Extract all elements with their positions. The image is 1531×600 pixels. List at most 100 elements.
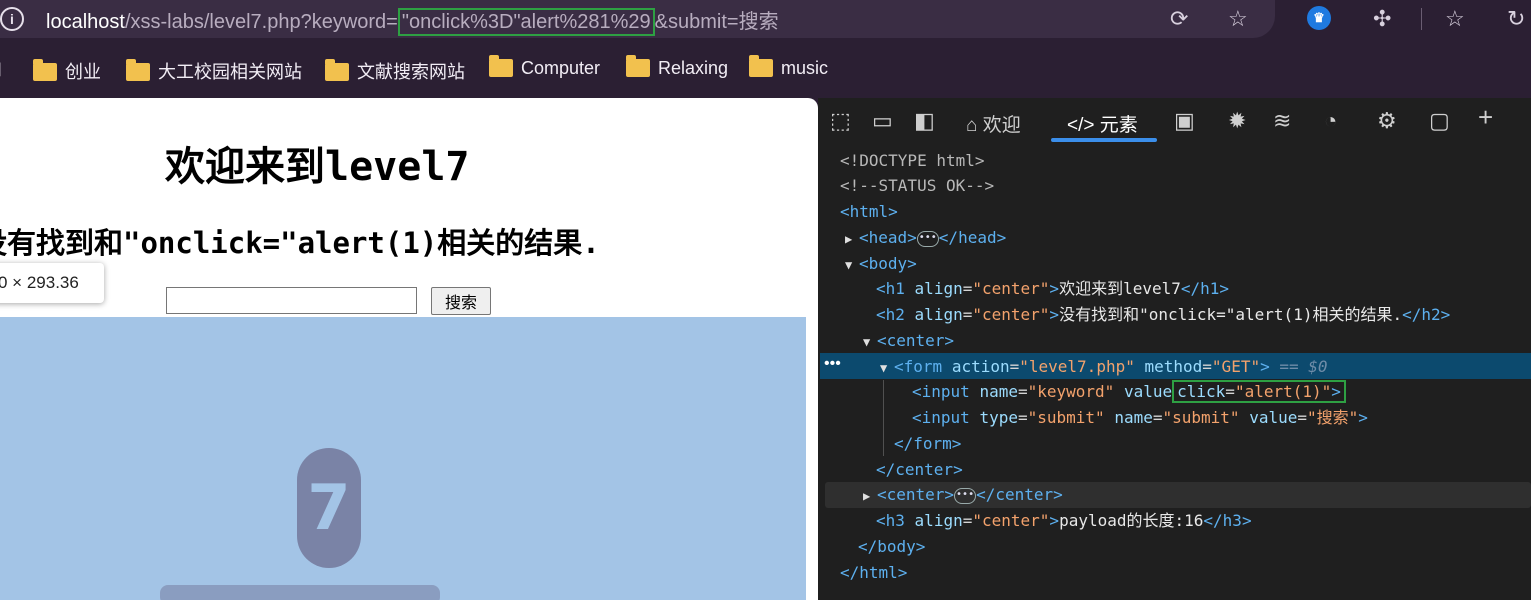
dom-node-form-close[interactable]: </form> — [894, 431, 961, 456]
page-heading: 欢迎来到level7 — [165, 144, 470, 190]
attr-name: value — [1123, 382, 1173, 401]
network-wifi-icon[interactable]: ≋ — [1273, 108, 1291, 134]
attr-value: "alert(1)" — [1234, 382, 1332, 401]
bookmark-folder[interactable]: 文献搜索网站 — [325, 58, 465, 84]
bookmark-label: Relaxing — [658, 58, 729, 78]
bookmark-label: 大工校园相关网站 — [158, 62, 302, 82]
folder-icon — [626, 55, 650, 77]
url-highlighted-payload: "onclick%3D"alert%281%29 — [397, 8, 655, 36]
tag-text: > — [1049, 279, 1060, 298]
doctype-text: <!DOCTYPE html> — [840, 151, 985, 170]
attr-name: click — [1177, 382, 1226, 401]
history-icon[interactable]: ↻ — [1507, 6, 1525, 32]
comment-text: <!--STATUS OK--> — [840, 176, 995, 195]
bookmark-label: 创业 — [65, 62, 101, 82]
tag-text: <input — [912, 408, 970, 427]
home-icon: ⌂ — [966, 115, 978, 136]
tag-text: </h1> — [1180, 279, 1230, 298]
bookmark-folder[interactable]: 创业 — [33, 58, 101, 84]
application-window-icon[interactable]: ▢ — [1429, 108, 1450, 134]
favorites-list-icon[interactable]: ☆ — [1445, 6, 1465, 32]
memory-chip-icon[interactable]: ⚙ — [1377, 108, 1397, 134]
debugger-bug-icon[interactable]: ✹ — [1228, 108, 1246, 134]
dom-node-doctype[interactable]: <!DOCTYPE html> — [840, 148, 985, 173]
bookmark-folder[interactable]: 大工校园相关网站 — [126, 58, 302, 84]
page-viewport: 欢迎来到level7 没有找到和"onclick="alert(1)相关的结果.… — [0, 98, 818, 600]
dom-node-input-keyword[interactable]: <input name="keyword" value click="alert(… — [912, 379, 1346, 404]
more-tools-plus-icon[interactable]: + — [1478, 102, 1493, 133]
attr-value: "submit" — [1027, 408, 1105, 427]
code-icon: </> — [1067, 115, 1095, 136]
tag-text: > — [1358, 408, 1368, 427]
dom-node-h2[interactable]: <h2 align="center">没有找到和"onclick="alert(… — [876, 302, 1450, 327]
dom-node-head[interactable]: ▶ <head> ••• </head> — [845, 225, 1006, 250]
url-host: localhost — [46, 11, 125, 33]
attr-name: method — [1144, 357, 1203, 376]
favorite-star-icon[interactable]: ☆ — [1228, 6, 1248, 32]
dom-node-input-submit[interactable]: <input type="submit" name="submit" value… — [912, 405, 1368, 430]
injected-attribute-highlight: click="alert(1)"> — [1172, 380, 1346, 403]
address-bar[interactable]: i localhost/xss-labs/level7.php?keyword=… — [0, 0, 1275, 38]
dom-node-comment[interactable]: <!--STATUS OK--> — [840, 173, 994, 198]
attr-value: "搜索" — [1307, 408, 1359, 427]
tag-text: <center> — [877, 331, 955, 350]
node-actions-icon[interactable]: ••• — [824, 353, 841, 375]
performance-gauge-icon[interactable]: ◔ — [1324, 108, 1337, 134]
console-icon[interactable]: ▣ — [1174, 108, 1195, 134]
folder-icon — [33, 59, 57, 81]
bookmark-partial[interactable]: ▯ — [0, 58, 2, 79]
inspect-element-icon[interactable]: ⬚ — [830, 108, 851, 134]
tag-text: <body> — [859, 254, 917, 273]
dom-node-html[interactable]: <html> — [840, 199, 898, 224]
folder-icon — [489, 55, 513, 77]
node-text: payload的长度:16 — [1059, 511, 1204, 530]
folder-icon — [749, 55, 773, 77]
device-emulation-icon[interactable]: ▭ — [872, 108, 893, 134]
attr-name: action — [951, 357, 1010, 376]
expand-triangle-icon[interactable]: ▶ — [845, 227, 859, 252]
attr-value: "center" — [972, 511, 1050, 530]
collapse-triangle-icon[interactable]: ▼ — [880, 356, 894, 381]
attr-value: "center" — [972, 305, 1050, 324]
dom-node-center-close[interactable]: </center> — [876, 457, 963, 482]
collapsed-ellipsis-icon[interactable]: ••• — [954, 487, 977, 504]
tab-elements[interactable]: </> 元素 — [1067, 110, 1138, 137]
dom-node-center[interactable]: ▼ <center> — [863, 328, 954, 353]
devtools-panel: ⬚ ▭ ◧ ⌂ 欢迎 </> 元素 ▣ ✹ ≋ ◔ ⚙ ▢ + ••• <!DO… — [818, 98, 1531, 600]
tab-elements-label: 元素 — [1099, 115, 1138, 136]
edge-refresh-icon[interactable]: ⟳ — [1170, 6, 1188, 32]
extensions-puzzle-icon[interactable]: ✣ — [1373, 6, 1391, 32]
bookmark-folder[interactable]: Relaxing — [626, 55, 729, 79]
dom-node-center-collapsed[interactable]: ▶ <center> ••• </center> — [863, 482, 1063, 507]
element-size-tooltip: 0 × 293.36 — [0, 263, 104, 303]
tag-text: </head> — [938, 228, 1007, 247]
dom-node-h3[interactable]: <h3 align="center">payload的长度:16</h3> — [876, 508, 1252, 533]
collapse-triangle-icon[interactable]: ▼ — [863, 330, 877, 355]
tab-welcome-label: 欢迎 — [982, 115, 1021, 136]
bookmark-folder[interactable]: music — [749, 55, 828, 79]
expand-triangle-icon[interactable]: ▶ — [863, 484, 877, 509]
devtools-toolbar: ⬚ ▭ ◧ ⌂ 欢迎 </> 元素 ▣ ✹ ≋ ◔ ⚙ ▢ + — [818, 98, 1531, 144]
tag-text: > — [1049, 305, 1060, 324]
attr-name: align — [914, 279, 963, 298]
search-submit-button[interactable]: 搜索 — [431, 287, 491, 315]
tag-text: </form> — [894, 434, 962, 453]
tag-text: > — [1260, 357, 1270, 376]
bookmark-folder[interactable]: Computer — [489, 55, 600, 79]
tag-text: <h2 — [876, 305, 905, 324]
extension-crown-icon[interactable]: ♛ — [1307, 6, 1331, 30]
tag-text: </center> — [876, 460, 963, 479]
dom-node-h1[interactable]: <h1 align="center">欢迎来到level7</h1> — [876, 276, 1229, 301]
dock-side-icon[interactable]: ◧ — [914, 108, 935, 134]
dom-node-form[interactable]: ▼ <form action="level7.php" method="GET">… — [880, 354, 1328, 379]
collapsed-ellipsis-icon[interactable]: ••• — [916, 230, 939, 247]
dom-node-body[interactable]: ▼ <body> — [845, 251, 917, 276]
keyword-input[interactable] — [166, 287, 417, 314]
dom-node-html-close[interactable]: </html> — [840, 560, 907, 585]
url-text[interactable]: localhost/xss-labs/level7.php?keyword= "o… — [46, 5, 779, 36]
collapse-triangle-icon[interactable]: ▼ — [845, 253, 859, 278]
dom-node-body-close[interactable]: </body> — [858, 534, 925, 559]
tab-welcome[interactable]: ⌂ 欢迎 — [966, 110, 1021, 137]
tag-text: <html> — [840, 202, 898, 221]
site-info-icon[interactable]: i — [0, 7, 24, 31]
